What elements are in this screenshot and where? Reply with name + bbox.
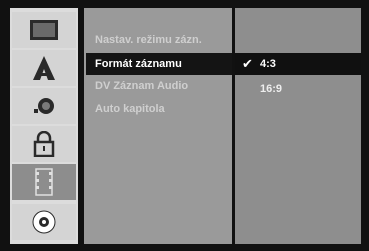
menu-item-auto-chapter[interactable]: Auto kapitola xyxy=(86,98,232,120)
lock-icon xyxy=(33,131,55,157)
sidebar-item-lock[interactable] xyxy=(12,126,76,162)
option-label: 16:9 xyxy=(260,83,283,95)
option-4-3[interactable]: ✔ 4:3 xyxy=(235,53,361,75)
checkmark-icon: ✔ xyxy=(242,56,253,71)
settings-menu: Nastav. režimu zázn. Formát záznamu DV Z… xyxy=(84,8,232,244)
menu-item-record-format[interactable]: Formát záznamu xyxy=(86,53,232,75)
menu-item-record-mode[interactable]: Nastav. režimu zázn. xyxy=(86,29,232,51)
option-16-9[interactable]: 16:9 xyxy=(235,78,361,100)
menu-item-dv-record-audio[interactable]: DV Záznam Audio xyxy=(86,75,232,97)
audio-icon xyxy=(34,98,54,114)
sidebar-item-disc[interactable] xyxy=(12,204,76,240)
sidebar-item-recording[interactable] xyxy=(12,164,76,200)
disc-icon xyxy=(32,210,56,234)
monitor-icon xyxy=(30,20,58,40)
film-icon xyxy=(35,168,53,196)
sidebar-item-general[interactable] xyxy=(12,12,76,48)
option-label: 4:3 xyxy=(260,58,276,70)
sidebar-item-picture[interactable] xyxy=(12,50,76,86)
setup-screen: Nastav. režimu zázn. Formát záznamu DV Z… xyxy=(0,0,369,251)
picture-icon xyxy=(33,56,55,80)
setup-category-sidebar xyxy=(10,8,78,244)
sidebar-item-audio[interactable] xyxy=(12,88,76,124)
options-panel: ✔ 4:3 16:9 xyxy=(235,8,361,244)
